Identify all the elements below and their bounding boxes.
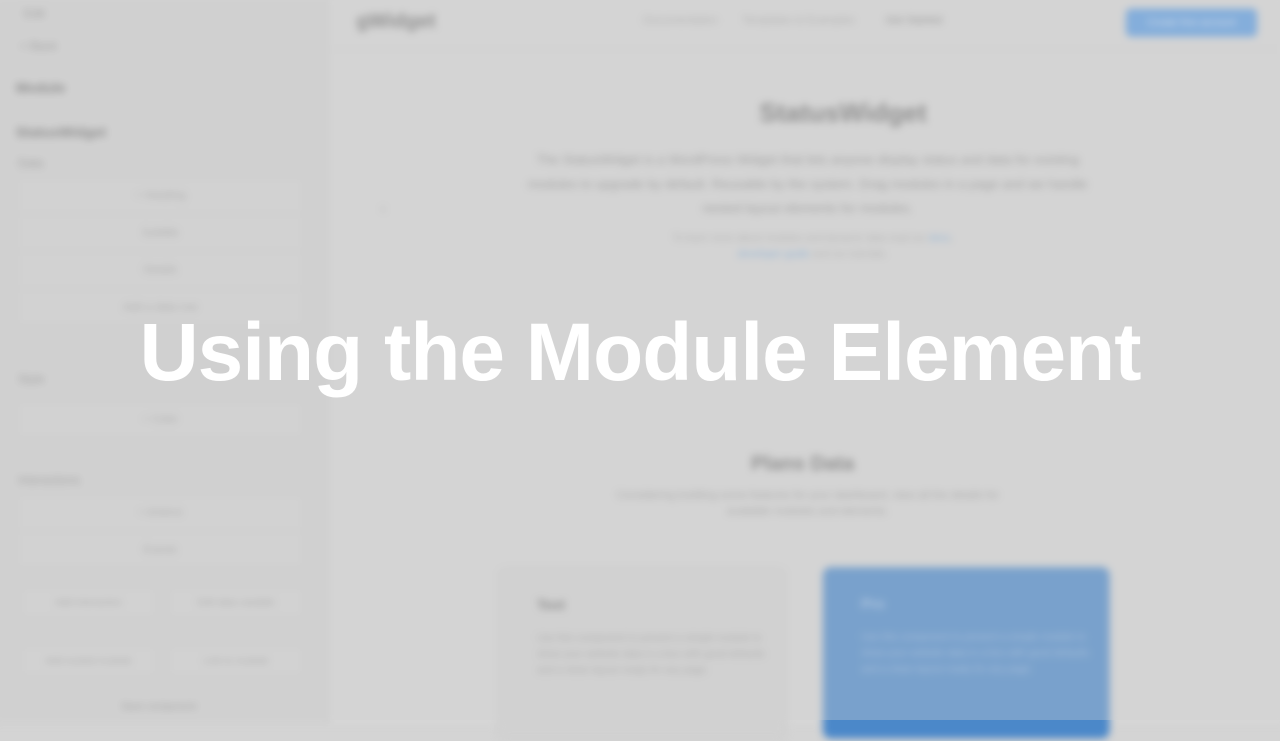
- video-title: Using the Module Element: [139, 307, 1141, 398]
